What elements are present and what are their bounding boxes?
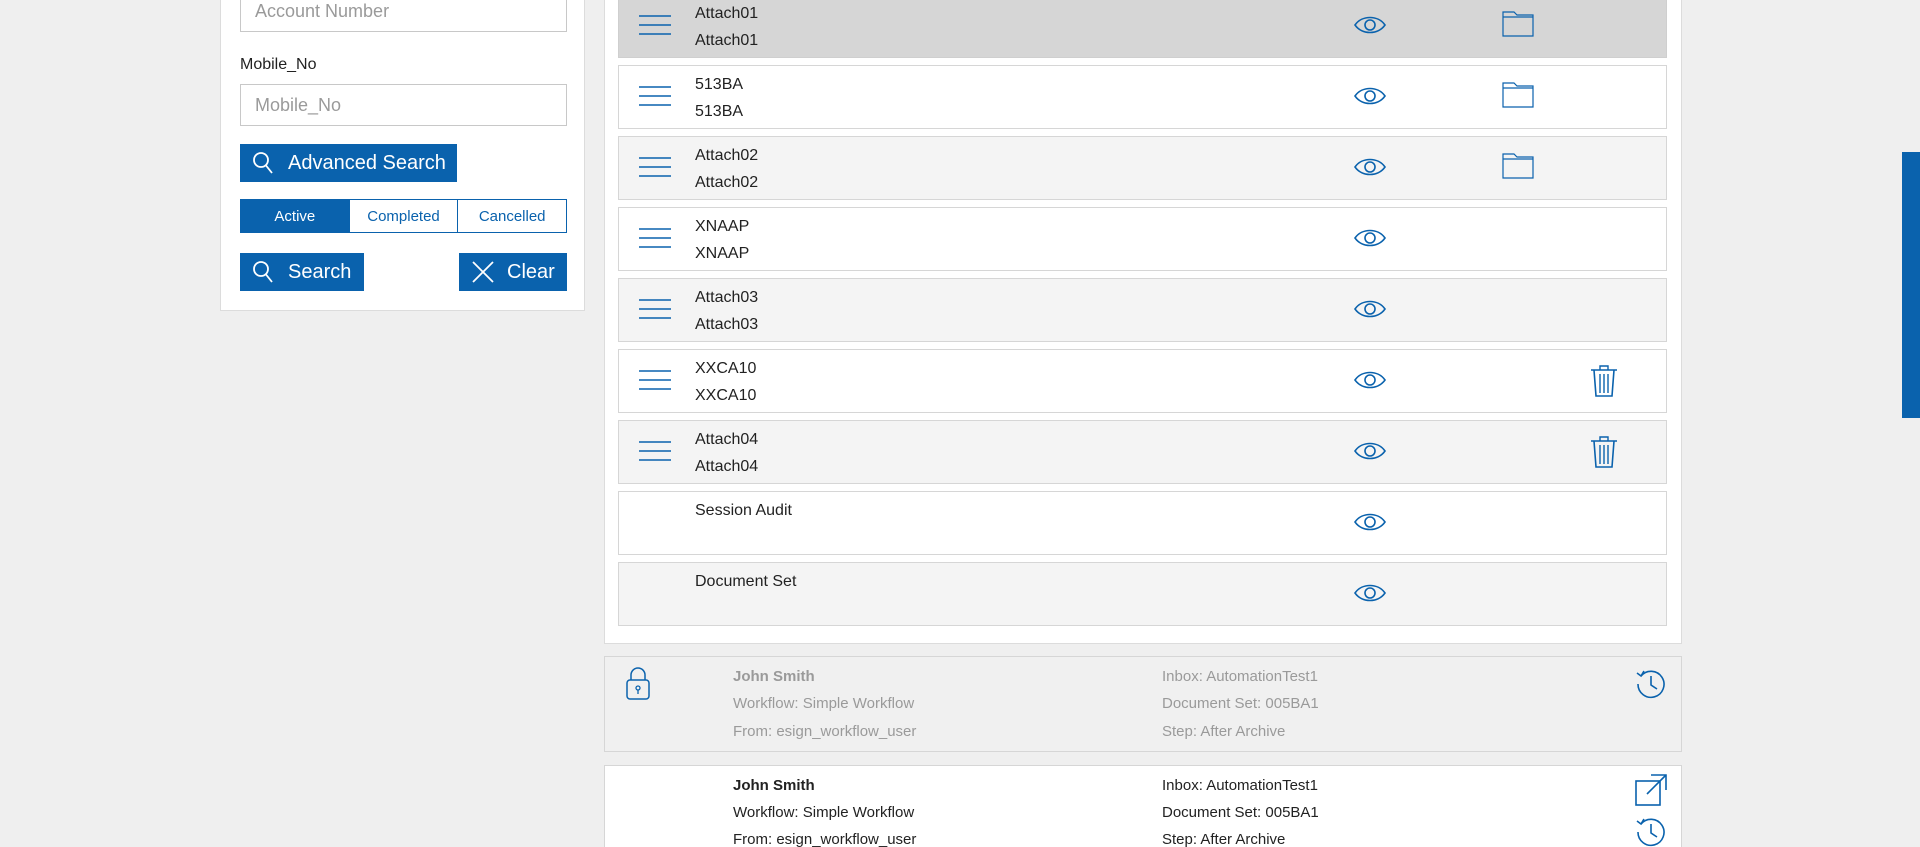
close-icon bbox=[472, 261, 494, 283]
tab-cancelled[interactable]: Cancelled bbox=[458, 200, 567, 232]
document-subname: XXCA10 bbox=[695, 387, 757, 404]
eye-icon[interactable] bbox=[1354, 440, 1386, 462]
task-from: From: esign_workflow_user bbox=[733, 723, 917, 740]
task-document-set: Document Set: 005BA1 bbox=[1162, 695, 1319, 712]
folder-icon[interactable] bbox=[1502, 11, 1534, 37]
eye-icon[interactable] bbox=[1354, 85, 1386, 107]
scrollbar-thumb[interactable] bbox=[1902, 152, 1920, 418]
document-name: Attach04 bbox=[695, 431, 759, 448]
document-row[interactable]: Attach01 Attach01 bbox=[618, 0, 1667, 58]
document-row[interactable]: Attach02 Attach02 bbox=[618, 136, 1667, 200]
document-name: XNAAP bbox=[695, 218, 750, 235]
document-subname: Attach04 bbox=[695, 458, 759, 475]
mobile-no-label: Mobile_No bbox=[240, 56, 317, 73]
document-row[interactable]: 513BA 513BA bbox=[618, 65, 1667, 129]
eye-icon[interactable] bbox=[1354, 156, 1386, 178]
menu-icon[interactable] bbox=[639, 440, 671, 462]
document-name: Session Audit bbox=[695, 502, 792, 519]
mobile-no-input[interactable] bbox=[240, 84, 567, 126]
eye-icon[interactable] bbox=[1354, 582, 1386, 604]
advanced-search-button[interactable]: Advanced Search bbox=[240, 144, 457, 182]
search-panel: Mobile_No Advanced Search Active Complet… bbox=[220, 0, 585, 311]
task-inbox: Inbox: AutomationTest1 bbox=[1162, 777, 1318, 794]
document-name: 513BA bbox=[695, 76, 744, 93]
document-name: Attach03 bbox=[695, 289, 759, 306]
eye-icon[interactable] bbox=[1354, 369, 1386, 391]
menu-icon[interactable] bbox=[639, 85, 671, 107]
document-row[interactable]: XXCA10 XXCA10 bbox=[618, 349, 1667, 413]
search-button[interactable]: Search bbox=[240, 253, 364, 291]
eye-icon[interactable] bbox=[1354, 298, 1386, 320]
menu-icon[interactable] bbox=[639, 298, 671, 320]
task-document-set: Document Set: 005BA1 bbox=[1162, 804, 1319, 821]
menu-icon[interactable] bbox=[639, 14, 671, 36]
document-list: Attach01 Attach01 513BA 513BA Attach02 A… bbox=[604, 0, 1682, 644]
task-step: Step: After Archive bbox=[1162, 723, 1286, 740]
document-row[interactable]: Document Set bbox=[618, 562, 1667, 626]
document-row[interactable]: Attach04 Attach04 bbox=[618, 420, 1667, 484]
task-step: Step: After Archive bbox=[1162, 831, 1286, 847]
menu-icon[interactable] bbox=[639, 369, 671, 391]
document-row[interactable]: Attach03 Attach03 bbox=[618, 278, 1667, 342]
folder-icon[interactable] bbox=[1502, 82, 1534, 108]
account-number-input[interactable] bbox=[240, 0, 567, 32]
document-row[interactable]: XNAAP XNAAP bbox=[618, 207, 1667, 271]
task-user: John Smith bbox=[733, 777, 815, 794]
menu-icon[interactable] bbox=[639, 156, 671, 178]
tab-active[interactable]: Active bbox=[241, 200, 350, 232]
tab-completed[interactable]: Completed bbox=[349, 200, 459, 232]
document-subname: Attach03 bbox=[695, 316, 759, 333]
document-name: XXCA10 bbox=[695, 360, 757, 377]
search-icon bbox=[253, 261, 273, 283]
search-label: Search bbox=[288, 260, 352, 283]
document-name: Attach01 bbox=[695, 5, 759, 22]
history-icon[interactable] bbox=[1635, 816, 1667, 847]
search-icon bbox=[253, 152, 273, 174]
trash-icon[interactable] bbox=[1590, 436, 1618, 468]
advanced-search-label: Advanced Search bbox=[288, 151, 446, 174]
document-subname: XNAAP bbox=[695, 245, 750, 262]
trash-icon[interactable] bbox=[1590, 365, 1618, 397]
eye-icon[interactable] bbox=[1354, 227, 1386, 249]
lock-icon bbox=[626, 667, 650, 700]
document-subname: Attach02 bbox=[695, 174, 759, 191]
open-external-icon[interactable] bbox=[1635, 774, 1667, 806]
status-filter: Active Completed Cancelled bbox=[240, 199, 567, 233]
task-card[interactable]: John Smith Workflow: Simple Workflow Fro… bbox=[604, 765, 1682, 847]
document-name: Document Set bbox=[695, 573, 797, 590]
menu-icon[interactable] bbox=[639, 227, 671, 249]
document-row[interactable]: Session Audit bbox=[618, 491, 1667, 555]
task-from: From: esign_workflow_user bbox=[733, 831, 917, 847]
clear-label: Clear bbox=[507, 260, 555, 283]
eye-icon[interactable] bbox=[1354, 14, 1386, 36]
task-workflow: Workflow: Simple Workflow bbox=[733, 804, 915, 821]
task-inbox: Inbox: AutomationTest1 bbox=[1162, 668, 1318, 685]
task-workflow: Workflow: Simple Workflow bbox=[733, 695, 915, 712]
history-icon[interactable] bbox=[1635, 668, 1667, 700]
document-subname: Attach01 bbox=[695, 32, 759, 49]
clear-button[interactable]: Clear bbox=[459, 253, 567, 291]
eye-icon[interactable] bbox=[1354, 511, 1386, 533]
task-user: John Smith bbox=[733, 668, 815, 685]
folder-icon[interactable] bbox=[1502, 153, 1534, 179]
document-subname: 513BA bbox=[695, 103, 744, 120]
document-name: Attach02 bbox=[695, 147, 759, 164]
task-card[interactable]: John Smith Workflow: Simple Workflow Fro… bbox=[604, 656, 1682, 752]
